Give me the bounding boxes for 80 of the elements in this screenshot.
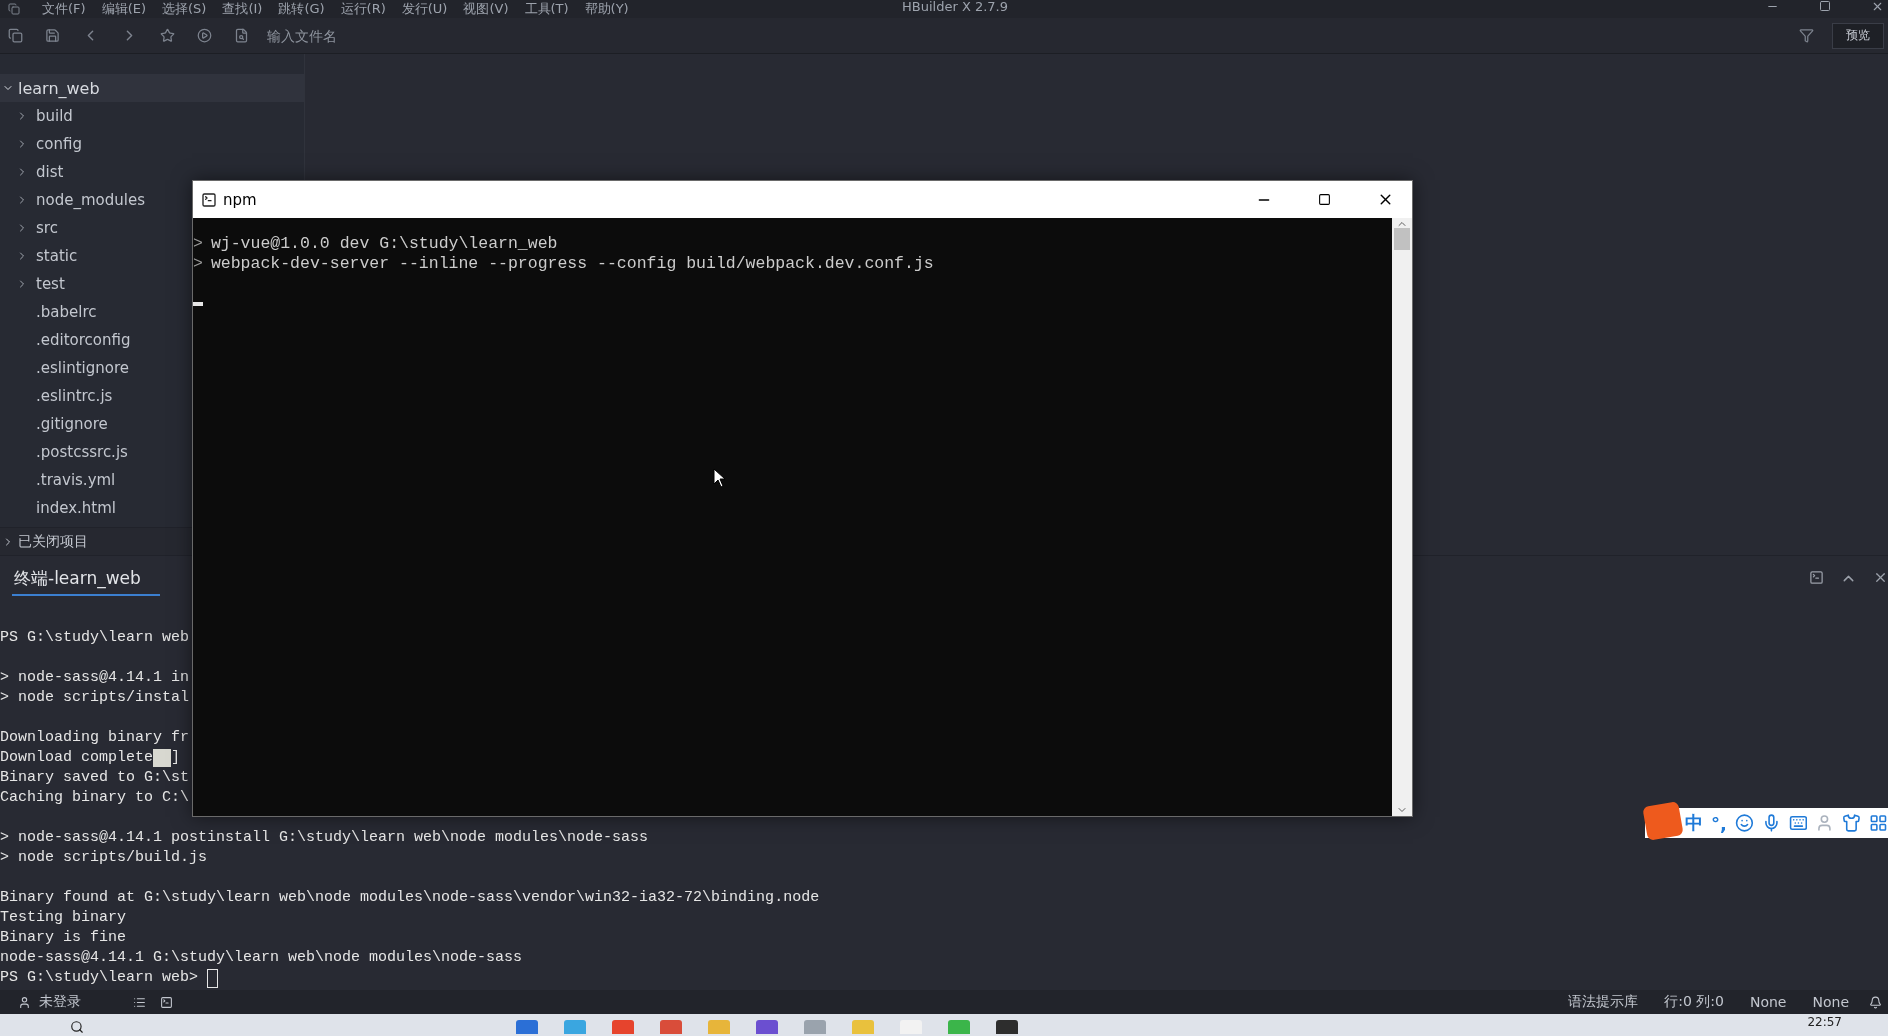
folder-item[interactable]: build bbox=[36, 107, 73, 125]
ime-punctuation[interactable]: °, bbox=[1711, 812, 1727, 834]
save-icon[interactable] bbox=[45, 28, 60, 43]
syntax-library[interactable]: 语法提示库 bbox=[1568, 993, 1639, 1011]
maximize-icon[interactable] bbox=[1318, 193, 1331, 206]
terminal-line: Caching binary to C:\ bbox=[0, 788, 190, 808]
terminal-line: > node scripts/build.js bbox=[0, 848, 208, 868]
folder-item[interactable]: static bbox=[36, 247, 78, 265]
file-search-icon[interactable] bbox=[234, 28, 249, 43]
folder-item[interactable]: test bbox=[36, 275, 65, 293]
file-item[interactable]: .gitignore bbox=[36, 415, 108, 433]
folder-item[interactable]: dist bbox=[36, 163, 64, 181]
console-title: npm bbox=[223, 190, 257, 209]
file-item[interactable]: .babelrc bbox=[36, 303, 97, 321]
menu-item[interactable]: 跳转(G) bbox=[278, 2, 325, 16]
close-icon[interactable] bbox=[1871, 0, 1884, 13]
file-item[interactable]: index.html bbox=[36, 499, 116, 517]
terminal-line: > node-sass@4.14.1 postinstall G:\study\learn web\node modules\node-sass bbox=[0, 828, 649, 848]
ime-mode[interactable]: 中 bbox=[1685, 811, 1703, 835]
cursor-position: 行:0 列:0 bbox=[1664, 993, 1724, 1011]
terminal-line: Downloading binary fr bbox=[0, 728, 190, 748]
menu-item[interactable]: 视图(V) bbox=[463, 2, 509, 16]
terminal-icon[interactable] bbox=[160, 995, 173, 1009]
terminal-line: Download complete bbox=[0, 748, 154, 768]
menu-item[interactable]: 编辑(E) bbox=[101, 2, 146, 16]
new-terminal-icon[interactable] bbox=[1809, 570, 1824, 585]
shirt-icon[interactable] bbox=[1842, 813, 1862, 833]
terminal-line: > node scripts/instal bbox=[0, 688, 190, 708]
file-item[interactable]: .postcssrc.js bbox=[36, 443, 128, 461]
preview-button[interactable]: 预览 bbox=[1832, 22, 1884, 49]
console-line: wj-vue@1.0.0 dev G:\study\learn_web bbox=[210, 234, 558, 253]
bell-icon[interactable] bbox=[1869, 995, 1882, 1009]
menu-item[interactable]: 运行(R) bbox=[340, 2, 386, 16]
language-label[interactable]: None bbox=[1812, 994, 1849, 1010]
terminal-line: Testing binary bbox=[0, 908, 127, 928]
terminal-line: PS G:\study\learn web> bbox=[0, 968, 199, 988]
file-search-field[interactable]: 输入文件名 bbox=[265, 26, 425, 45]
terminal-line: node-sass@4.14.1 G:\study\learn web\node modules\node-sass bbox=[0, 948, 523, 968]
prompt-marker: > bbox=[193, 234, 203, 253]
terminal-line: Binary saved to G:\st bbox=[0, 768, 190, 788]
menu-item[interactable]: 帮助(Y) bbox=[584, 2, 629, 16]
prompt-marker: > bbox=[193, 254, 203, 273]
folder-item[interactable]: config bbox=[36, 135, 82, 153]
window-title: HBuilder X 2.7.9 bbox=[902, 0, 1008, 14]
closed-projects-item[interactable]: 已关闭项目 bbox=[18, 532, 88, 551]
outline-icon[interactable] bbox=[133, 995, 146, 1009]
search-icon[interactable] bbox=[70, 1020, 84, 1034]
console-line: webpack-dev-server --inline --progress --config build/webpack.dev.conf.js bbox=[210, 254, 934, 273]
clock: 22:57 bbox=[1807, 1014, 1842, 1030]
menu-item[interactable]: 发行(U) bbox=[401, 2, 448, 16]
keyboard-icon[interactable] bbox=[1788, 813, 1808, 833]
menu-item[interactable]: 查找(I) bbox=[222, 2, 263, 16]
grid-icon[interactable] bbox=[1869, 813, 1888, 833]
file-item[interactable]: .travis.yml bbox=[36, 471, 116, 489]
file-item[interactable]: .eslintrc.js bbox=[36, 387, 113, 405]
file-item[interactable]: .editorconfig bbox=[36, 331, 131, 349]
user-icon[interactable] bbox=[18, 995, 31, 1009]
terminal-text: ] bbox=[171, 748, 181, 768]
menu-item[interactable]: 工具(T) bbox=[524, 2, 569, 16]
folder-item[interactable]: node_modules bbox=[36, 191, 145, 209]
terminal-line: Binary is fine bbox=[0, 928, 127, 948]
console-icon[interactable] bbox=[201, 191, 217, 208]
run-icon[interactable] bbox=[197, 28, 212, 43]
terminal-line: Binary found at G:\study\learn web\node modules\node-sass\vendor\win32-ia32-72\binding.node bbox=[0, 888, 820, 908]
mouse-pointer-icon bbox=[713, 468, 727, 488]
encoding-label[interactable]: None bbox=[1749, 994, 1787, 1010]
menu-item[interactable]: 选择(S) bbox=[162, 2, 207, 16]
scrollbar-thumb[interactable] bbox=[1394, 228, 1410, 250]
terminal-line: PS G:\study\learn web bbox=[0, 628, 190, 648]
maximize-icon[interactable] bbox=[1819, 0, 1831, 12]
folder-item[interactable]: src bbox=[36, 219, 58, 237]
terminal-tab[interactable]: 终端-learn_web bbox=[12, 567, 160, 596]
filter-icon[interactable] bbox=[1799, 28, 1814, 43]
login-status[interactable]: 未登录 bbox=[39, 993, 81, 1011]
project-row[interactable]: learn_web bbox=[0, 74, 304, 102]
smiley-icon[interactable] bbox=[1734, 813, 1754, 833]
menu-item[interactable]: 文件(F) bbox=[42, 2, 86, 16]
file-item[interactable]: .eslintignore bbox=[36, 359, 129, 377]
star-icon[interactable] bbox=[160, 28, 175, 43]
terminal-line: > node-sass@4.14.1 in bbox=[0, 668, 190, 688]
